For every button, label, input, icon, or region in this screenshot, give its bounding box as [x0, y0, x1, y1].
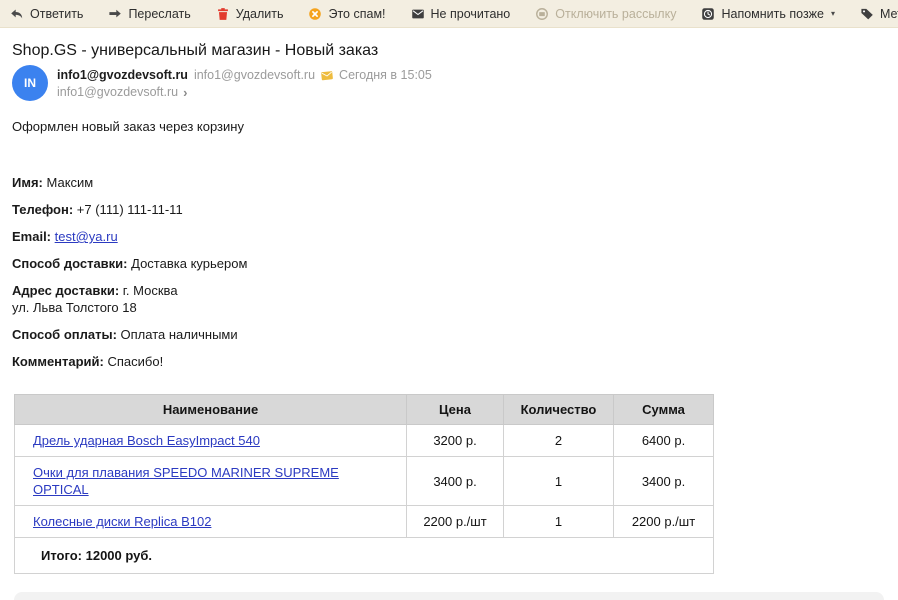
intro-text: Оформлен новый заказ через корзину	[12, 118, 886, 135]
column-header-name: Наименование	[15, 395, 407, 425]
forward-button[interactable]: Переслать	[108, 7, 190, 21]
field-address-label: Адрес доставки:	[12, 283, 119, 298]
price-cell: 3400 р.	[407, 457, 504, 506]
table-row: Дрель ударная Bosch EasyImpact 540 3200 …	[15, 425, 714, 457]
order-total-row: Итого: 12000 руб.	[15, 538, 714, 574]
delete-label: Удалить	[236, 7, 284, 21]
column-header-qty: Количество	[504, 395, 614, 425]
forward-label: Переслать	[128, 7, 190, 21]
sender-info: info1@gvozdevsoft.ru info1@gvozdevsoft.r…	[57, 65, 432, 99]
field-payment-value: Оплата наличными	[121, 327, 238, 342]
column-header-price: Цена	[407, 395, 504, 425]
tag-icon	[860, 7, 874, 21]
field-payment: Способ оплаты: Оплата наличными	[12, 326, 886, 343]
field-comment: Комментарий: Спасибо!	[12, 353, 886, 370]
chevron-down-icon: ▾	[831, 9, 835, 18]
field-delivery-label: Способ доставки:	[12, 256, 128, 271]
verified-envelope-icon	[321, 70, 333, 81]
field-email: Email: test@ya.ru	[12, 228, 886, 245]
sender-name[interactable]: info1@gvozdevsoft.ru	[57, 68, 188, 82]
product-link[interactable]: Очки для плавания SPEEDO MARINER SUPREME…	[33, 465, 339, 497]
table-row: Очки для плавания SPEEDO MARINER SUPREME…	[15, 457, 714, 506]
field-name-value: Максим	[47, 175, 94, 190]
field-comment-value: Спасибо!	[108, 354, 164, 369]
reply-button[interactable]: Ответить	[10, 7, 83, 21]
field-address-value2: ул. Льва Толстого 18	[12, 299, 886, 316]
field-payment-label: Способ оплаты:	[12, 327, 117, 342]
order-table-header-row: Наименование Цена Количество Сумма	[15, 395, 714, 425]
field-delivery-value: Доставка курьером	[131, 256, 247, 271]
trash-icon	[216, 7, 230, 21]
message-view: Shop.GS - универсальный магазин - Новый …	[0, 41, 898, 600]
sender-row: IN info1@gvozdevsoft.ru info1@gvozdevsof…	[12, 65, 886, 101]
field-comment-label: Комментарий:	[12, 354, 104, 369]
customer-email-link[interactable]: test@ya.ru	[55, 229, 118, 244]
message-subject: Shop.GS - универсальный магазин - Новый …	[12, 41, 886, 61]
mark-unread-button[interactable]: Не прочитано	[411, 7, 511, 21]
column-header-sum: Сумма	[614, 395, 714, 425]
delete-button[interactable]: Удалить	[216, 7, 284, 21]
sum-cell: 2200 р./шт	[614, 506, 714, 538]
unsubscribe-button: Отключить рассылку	[535, 7, 676, 21]
message-timestamp: Сегодня в 15:05	[339, 68, 432, 82]
spam-icon	[308, 7, 322, 21]
spam-label: Это спам!	[328, 7, 385, 21]
forward-icon	[108, 7, 122, 21]
remind-later-button[interactable]: Напомнить позже ▾	[701, 7, 835, 21]
field-phone-label: Телефон:	[12, 202, 73, 217]
quick-reply-input[interactable]: Ответить	[14, 592, 884, 600]
qty-cell: 1	[504, 457, 614, 506]
field-address-value1: г. Москва	[123, 283, 178, 298]
label-label: Метка	[880, 7, 898, 21]
product-link[interactable]: Колесные диски Replica B102	[33, 514, 211, 529]
sender-email: info1@gvozdevsoft.ru	[194, 68, 315, 82]
message-toolbar: Ответить Переслать Удалить Это спам! Не …	[0, 0, 898, 28]
chevron-right-icon: ›	[183, 86, 187, 99]
remind-later-label: Напомнить позже	[721, 7, 824, 21]
product-link[interactable]: Дрель ударная Bosch EasyImpact 540	[33, 433, 260, 448]
field-delivery: Способ доставки: Доставка курьером	[12, 255, 886, 272]
qty-cell: 2	[504, 425, 614, 457]
reply-icon	[10, 7, 24, 21]
field-address: Адрес доставки: г. Москва ул. Льва Толст…	[12, 282, 886, 316]
field-phone-value: +7 (111) 111-11-11	[77, 202, 183, 217]
mark-unread-label: Не прочитано	[431, 7, 511, 21]
reminder-clock-icon	[701, 7, 715, 21]
reply-to-address: info1@gvozdevsoft.ru	[57, 85, 178, 99]
sum-cell: 3400 р.	[614, 457, 714, 506]
spam-button[interactable]: Это спам!	[308, 7, 385, 21]
field-phone: Телефон: +7 (111) 111-11-11	[12, 201, 886, 218]
order-total: Итого: 12000 руб.	[15, 538, 714, 574]
qty-cell: 1	[504, 506, 614, 538]
order-table: Наименование Цена Количество Сумма Дрель…	[14, 394, 714, 574]
sender-avatar[interactable]: IN	[12, 65, 48, 101]
unsubscribe-icon	[535, 7, 549, 21]
envelope-icon	[411, 7, 425, 21]
price-cell: 3200 р.	[407, 425, 504, 457]
message-body: Оформлен новый заказ через корзину Имя: …	[12, 118, 886, 574]
table-row: Колесные диски Replica B102 2200 р./шт 1…	[15, 506, 714, 538]
unsubscribe-label: Отключить рассылку	[555, 7, 676, 21]
field-name-label: Имя:	[12, 175, 43, 190]
field-email-label: Email:	[12, 229, 51, 244]
reply-label: Ответить	[30, 7, 83, 21]
sum-cell: 6400 р.	[614, 425, 714, 457]
recipient-details-toggle[interactable]: info1@gvozdevsoft.ru ›	[57, 85, 432, 99]
price-cell: 2200 р./шт	[407, 506, 504, 538]
label-button[interactable]: Метка ▾	[860, 7, 898, 21]
field-name: Имя: Максим	[12, 174, 886, 191]
